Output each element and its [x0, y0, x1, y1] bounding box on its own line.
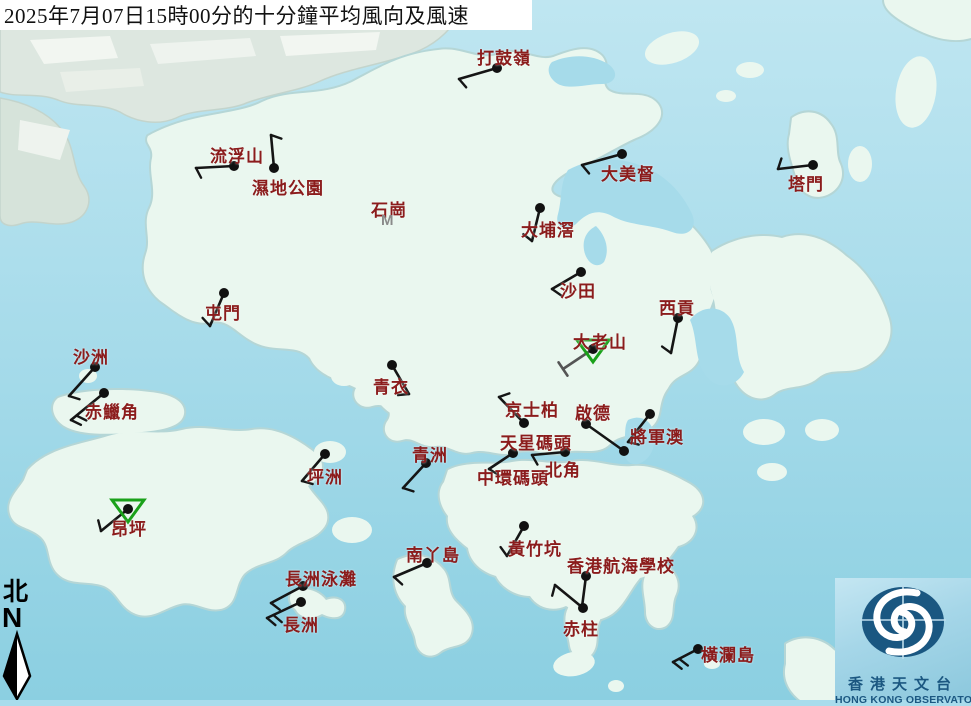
- station-label: 南丫島: [406, 541, 460, 566]
- station-dot: [269, 163, 279, 173]
- station-dot: [296, 597, 306, 607]
- station-label: 京士柏: [505, 396, 559, 421]
- station-label: 長洲泳灘: [285, 565, 357, 590]
- station-label: 大老山: [573, 328, 627, 353]
- station-label: 啟德: [575, 399, 611, 424]
- station-label: 天星碼頭: [500, 429, 572, 454]
- hong-kong-map: [0, 0, 971, 700]
- station-label: 中環碼頭: [477, 464, 549, 489]
- hko-logo: 香港天文台 HONG KONG OBSERVATORY: [835, 578, 971, 700]
- station-label: 赤鱲角: [85, 398, 139, 423]
- hko-name-en: HONG KONG OBSERVATORY: [835, 694, 971, 706]
- station-label: 塔門: [788, 170, 824, 195]
- station-label: 沙田: [560, 277, 596, 302]
- station-dot: [99, 388, 109, 398]
- station-label: 橫瀾島: [701, 641, 755, 666]
- hko-logo-icon: [835, 578, 971, 666]
- station-label: 北角: [545, 456, 581, 481]
- station-label: 黃竹坑: [508, 535, 562, 560]
- station-label: 昂坪: [111, 515, 147, 540]
- station-dot: [576, 267, 586, 277]
- station-label: 流浮山: [210, 142, 264, 167]
- map-title: 2025年7月07日15時00分的十分鐘平均風向及風速: [0, 0, 469, 30]
- station-dot: [320, 449, 330, 459]
- station-dot: [808, 160, 818, 170]
- station-dot: [387, 360, 397, 370]
- missing-data-marker: M: [381, 212, 394, 229]
- station-dot: [578, 603, 588, 613]
- station-label: 赤柱: [563, 615, 599, 640]
- north-indicator: 北 N: [0, 580, 40, 700]
- station-label: 將軍澳: [630, 423, 684, 448]
- station-dot: [617, 149, 627, 159]
- station-dot: [535, 203, 545, 213]
- station-label: 香港航海學校: [567, 552, 675, 577]
- station-dot: [645, 409, 655, 419]
- north-label-n: N: [0, 605, 40, 631]
- station-label: 青洲: [412, 441, 448, 466]
- station-label: 打鼓嶺: [477, 44, 531, 69]
- station-label: 屯門: [205, 299, 241, 324]
- station-label: 沙洲: [73, 343, 109, 368]
- station-label: 濕地公園: [252, 174, 324, 199]
- wind-map-page: { "title": "2025年7月07日15時00分的十分鐘平均風向及風速"…: [0, 0, 971, 700]
- station-label: 西貢: [659, 294, 695, 319]
- station-dot: [123, 504, 133, 514]
- station-label: 大埔滘: [521, 216, 575, 241]
- station-label: 大美督: [601, 160, 655, 185]
- title-bar: 2025年7月07日15時00分的十分鐘平均風向及風速: [0, 0, 532, 30]
- station-label: 坪洲: [307, 463, 343, 488]
- station-dot: [619, 446, 629, 456]
- station-label: 青衣: [373, 373, 409, 398]
- hko-name-zh: 香港天文台: [835, 673, 971, 694]
- station-dot: [519, 521, 529, 531]
- station-dot: [219, 288, 229, 298]
- station-label: 長洲: [283, 611, 319, 636]
